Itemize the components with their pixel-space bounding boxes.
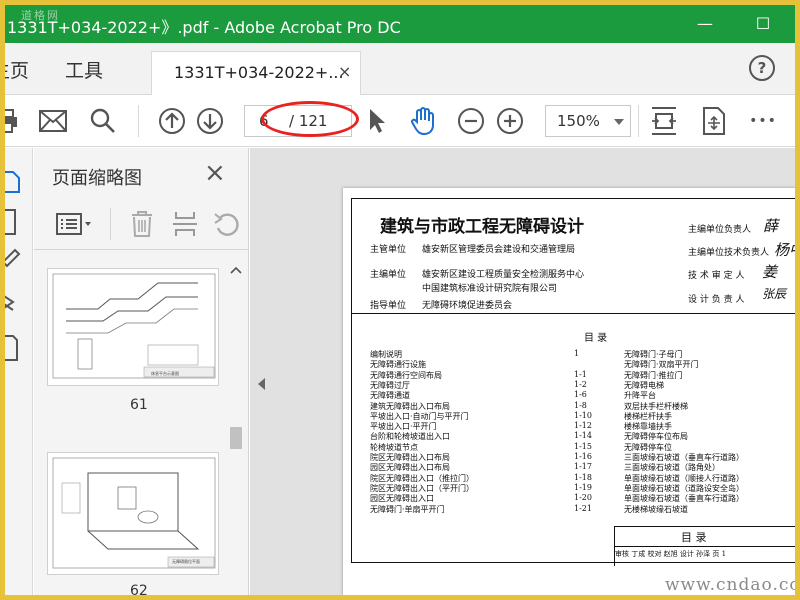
role-label: 主编单位负责人 (688, 225, 752, 235)
trash-icon[interactable] (130, 210, 154, 242)
org-value: 雄安新区建设工程质量安全检测服务中心 (422, 270, 585, 280)
scrollbar-thumb[interactable] (230, 427, 242, 449)
tab-document-label: 1331T+034-2022+... (174, 63, 344, 82)
site-watermark: www.cndao.com (665, 575, 795, 595)
collapse-panel-icon[interactable] (258, 378, 265, 390)
org-value: 雄安新区管理委员会建设和交通管理局 (422, 245, 576, 255)
footer-approvals: 审核 丁成 校对 赵旭 设计 孙泽 页 1 (615, 550, 727, 558)
tab-document[interactable]: 1331T+034-2022+... × (151, 51, 361, 95)
page-count-highlight (261, 101, 359, 137)
thumbnail-options-icon[interactable] (56, 212, 94, 240)
thumbnail-caption: 休息平台示意图 (151, 371, 179, 376)
document-title: 建筑与市政工程无障碍设计 (380, 217, 584, 237)
thumbnail-tools (34, 198, 249, 250)
mail-icon[interactable] (37, 105, 69, 137)
acrobat-window: 道格网 1331T+034-2022+》.pdf - Adobe Acrobat… (5, 5, 795, 595)
page-down-icon[interactable] (194, 105, 226, 137)
print-icon[interactable] (5, 105, 23, 137)
role-label: 设 计 负 责 人 (688, 295, 745, 305)
panel-title: 页面缩略图 (52, 168, 142, 189)
thumbnail-caption: 无障碍厕位平面 (172, 559, 200, 564)
org-label: 主编单位 (370, 270, 407, 280)
title-bar: 道格网 1331T+034-2022+》.pdf - Adobe Acrobat… (5, 5, 795, 43)
tab-close-button[interactable]: × (338, 62, 351, 81)
toc-page-number: 1 (574, 349, 580, 358)
page-up-icon[interactable] (156, 105, 188, 137)
org-label: 主管单位 (370, 245, 407, 255)
toc-page-number: 1-8 (574, 400, 587, 410)
org-value: 中国建筑标准设计研究院有限公司 (422, 284, 558, 294)
window-title: 1331T+034-2022+》.pdf - Adobe Acrobat Pro… (7, 18, 401, 37)
toc-page-number: 1-1 (574, 369, 587, 379)
document-view[interactable]: 建筑与市政工程无障碍设计 主管单位 雄安新区管理委员会建设和交通管理局 主编单位… (250, 148, 795, 595)
thumbnail-page-62[interactable]: 无障碍厕位平面 (47, 452, 219, 575)
toc-page-number: 1-21 (574, 503, 592, 513)
toc-page-number: 1-12 (574, 421, 592, 431)
toc-page-number: 1-20 (574, 493, 592, 503)
toc-page-number: 1-15 (574, 441, 592, 451)
fit-page-icon[interactable] (648, 105, 680, 137)
extract-page-icon[interactable] (172, 210, 198, 242)
select-cursor-icon[interactable] (361, 105, 393, 137)
role-label: 主编单位技术负责人 (688, 248, 770, 258)
zoom-in-icon[interactable] (494, 105, 526, 137)
signature: 杨中 (774, 241, 795, 259)
org-label: 指导单位 (370, 301, 407, 311)
toc-page-number: 1-6 (574, 390, 587, 400)
tab-home[interactable]: 主页 (5, 56, 29, 83)
toc-entry[interactable]: 无楼梯坡缘石坡道 (624, 504, 688, 515)
org-value: 无障碍环境促进委员会 (422, 301, 513, 311)
chevron-down-icon (614, 119, 624, 125)
toc-page-number: 1-16 (574, 452, 592, 461)
page-thumbnails-panel: 页面缩略图 × 休息平台示意图 61 无障碍厕位平面 62 (34, 148, 249, 595)
zoom-value: 150% (557, 112, 600, 130)
toc-page-number: 1-19 (574, 482, 592, 492)
toc-page-number: 1-10 (574, 410, 592, 420)
left-rail (5, 148, 33, 595)
toc-footer-box: 目 录 审核 丁成 校对 赵旭 设计 孙泽 页 1 (614, 526, 795, 566)
thumbnail-number: 62 (130, 583, 148, 595)
search-icon[interactable] (87, 105, 119, 137)
title-block-frame: 建筑与市政工程无障碍设计 主管单位 雄安新区管理委员会建设和交通管理局 主编单位… (351, 198, 795, 566)
signature: 薛 (763, 217, 779, 235)
hand-tool-icon[interactable] (407, 105, 439, 137)
footer-title: 目 录 (681, 531, 707, 544)
pdf-page: 建筑与市政工程无障碍设计 主管单位 雄安新区管理委员会建设和交通管理局 主编单位… (343, 188, 795, 595)
minimize-button[interactable]: — (685, 9, 725, 39)
close-icon[interactable]: × (204, 158, 226, 188)
tab-bar: 主页 工具 1331T+034-2022+... × ? (5, 43, 795, 95)
help-button[interactable]: ? (749, 55, 775, 81)
thumbnail-page-61[interactable]: 休息平台示意图 (47, 268, 219, 386)
signature: 姜 (762, 263, 778, 281)
more-options-icon[interactable]: ••• (747, 105, 779, 137)
maximize-button[interactable]: ☐ (743, 9, 783, 39)
toolbar: 6 / 121 150% ••• (5, 95, 795, 147)
role-label: 技 术 审 定 人 (688, 271, 745, 281)
signature: 张辰 (762, 287, 787, 301)
rotate-icon[interactable] (214, 210, 240, 242)
thumbnail-scrollbar[interactable] (228, 264, 244, 594)
toc-page-number: 1-2 (574, 379, 587, 389)
tab-tools[interactable]: 工具 (65, 56, 103, 83)
full-screen-icon[interactable] (698, 105, 730, 137)
toc-heading: 目 录 (584, 333, 608, 344)
toc-entry[interactable]: 无障碍门·单扇平开门 (370, 504, 445, 515)
divider (352, 313, 795, 314)
thumbnail-number: 61 (130, 397, 148, 413)
toc-page-number: 1-17 (574, 462, 592, 472)
toc-page-number: 1-14 (574, 431, 592, 441)
zoom-out-icon[interactable] (455, 105, 487, 137)
zoom-select[interactable]: 150% (545, 105, 631, 137)
toc-page-number: 1-18 (574, 472, 592, 482)
